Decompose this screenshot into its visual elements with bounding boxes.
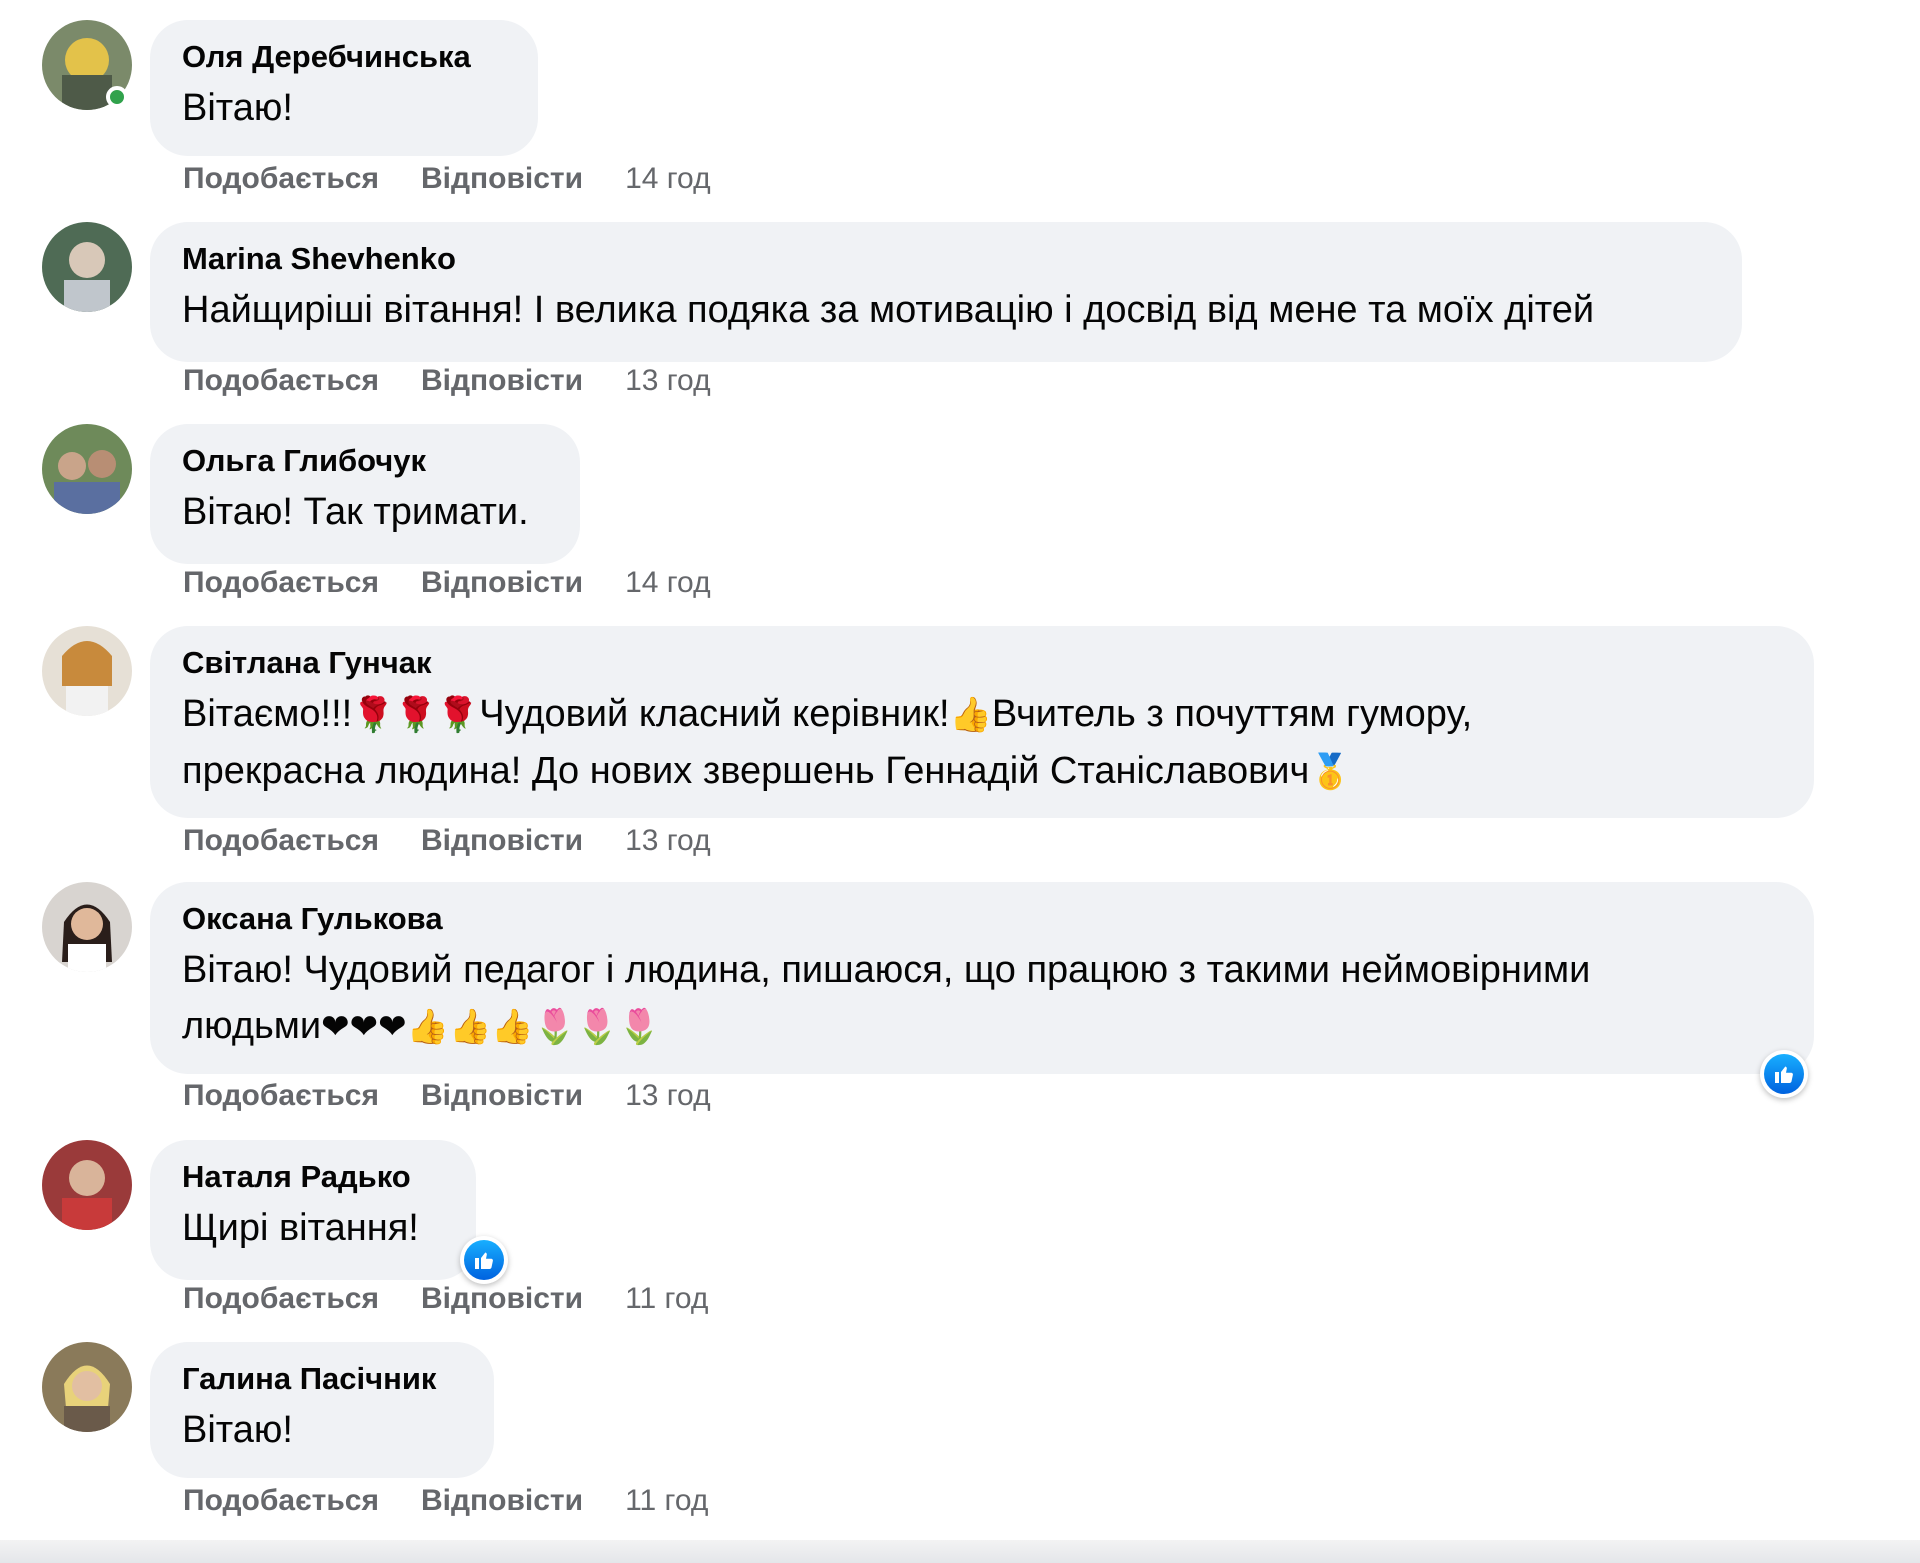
comment-author[interactable]: Світлана Гунчак	[182, 644, 1780, 682]
comment-actions: Подобається Відповісти 13 год	[183, 1079, 753, 1113]
comment-time[interactable]: 14 год	[625, 162, 711, 196]
comment-text: Вітаю! Так тримати.	[182, 491, 529, 533]
reply-link[interactable]: Відповісти	[421, 824, 583, 858]
comment-bubble: Галина Пасічник Вітаю!	[150, 1342, 494, 1478]
reply-link[interactable]: Відповісти	[421, 1079, 583, 1113]
avatar[interactable]	[42, 882, 132, 972]
comment-time[interactable]: 11 год	[625, 1282, 708, 1316]
like-link[interactable]: Подобається	[183, 1079, 379, 1113]
comment-text: Вітаю! Чудовий педагог і людина, пишаюся…	[182, 949, 1591, 1047]
comment-author[interactable]: Оксана Гулькова	[182, 900, 1780, 938]
comment-actions: Подобається Відповісти 14 год	[183, 566, 753, 600]
reply-link[interactable]: Відповісти	[421, 1282, 583, 1316]
thumbs-up-emoji: 👍	[949, 695, 992, 735]
avatar[interactable]	[42, 1140, 132, 1230]
comment-author[interactable]: Ольга Глибочук	[182, 442, 546, 480]
comment-author[interactable]: Оля Деребчинська	[182, 38, 504, 76]
comment-bubble: Оксана Гулькова Вітаю! Чудовий педагог і…	[150, 882, 1814, 1074]
online-status-icon	[106, 86, 128, 108]
like-link[interactable]: Подобається	[183, 824, 379, 858]
medal-emoji: 🥇	[1309, 752, 1352, 792]
comment-actions: Подобається Відповісти 13 год	[183, 364, 753, 398]
avatar[interactable]	[42, 626, 132, 716]
reply-link[interactable]: Відповісти	[421, 1484, 583, 1518]
reply-link[interactable]: Відповісти	[421, 162, 583, 196]
like-link[interactable]: Подобається	[183, 566, 379, 600]
comment-text: Найщиріші вітання! І велика подяка за мо…	[182, 289, 1595, 331]
scroll-edge	[0, 1540, 1920, 1563]
like-link[interactable]: Подобається	[183, 162, 379, 196]
comment-time[interactable]: 13 год	[625, 1079, 711, 1113]
avatar[interactable]	[42, 1342, 132, 1432]
like-link[interactable]: Подобається	[183, 1282, 379, 1316]
comment-actions: Подобається Відповісти 11 год	[183, 1282, 750, 1316]
comment-author[interactable]: Marina Shevhenko	[182, 240, 1708, 278]
comment-bubble: Ольга Глибочук Вітаю! Так тримати.	[150, 424, 580, 564]
comment-text: Вітаю!	[182, 1409, 293, 1451]
comment-bubble: Світлана Гунчак Вітаємо!!!🌹🌹🌹Чудовий кла…	[150, 626, 1814, 818]
comment-time[interactable]: 14 год	[625, 566, 711, 600]
reply-link[interactable]: Відповісти	[421, 566, 583, 600]
comment-author[interactable]: Галина Пасічник	[182, 1360, 460, 1398]
comment-time[interactable]: 11 год	[625, 1484, 708, 1518]
comment-text: Вітаємо!!!🌹🌹🌹Чудовий класний керівник!👍В…	[182, 693, 1473, 792]
comment-text: Вітаю!	[182, 87, 293, 129]
comment-bubble: Наталя Радько Щирі вітання!	[150, 1140, 476, 1280]
comment-time[interactable]: 13 год	[625, 364, 711, 398]
comment-bubble: Оля Деребчинська Вітаю!	[150, 20, 538, 156]
rose-emoji: 🌹🌹🌹	[352, 695, 480, 735]
comment-text: Щирі вітання!	[182, 1207, 419, 1249]
like-reaction-icon[interactable]	[1760, 1050, 1808, 1098]
emoji-reactions: ❤❤❤👍👍👍🌷🌷🌷	[321, 1007, 661, 1047]
like-link[interactable]: Подобається	[183, 364, 379, 398]
comment-actions: Подобається Відповісти 14 год	[183, 162, 753, 196]
avatar[interactable]	[42, 222, 132, 312]
like-reaction-icon[interactable]	[460, 1236, 508, 1284]
like-link[interactable]: Подобається	[183, 1484, 379, 1518]
comment-author[interactable]: Наталя Радько	[182, 1158, 442, 1196]
comment-actions: Подобається Відповісти 13 год	[183, 824, 753, 858]
comment-actions: Подобається Відповісти 11 год	[183, 1484, 750, 1518]
reply-link[interactable]: Відповісти	[421, 364, 583, 398]
comment-bubble: Marina Shevhenko Найщиріші вітання! І ве…	[150, 222, 1742, 362]
comment-time[interactable]: 13 год	[625, 824, 711, 858]
avatar[interactable]	[42, 424, 132, 514]
